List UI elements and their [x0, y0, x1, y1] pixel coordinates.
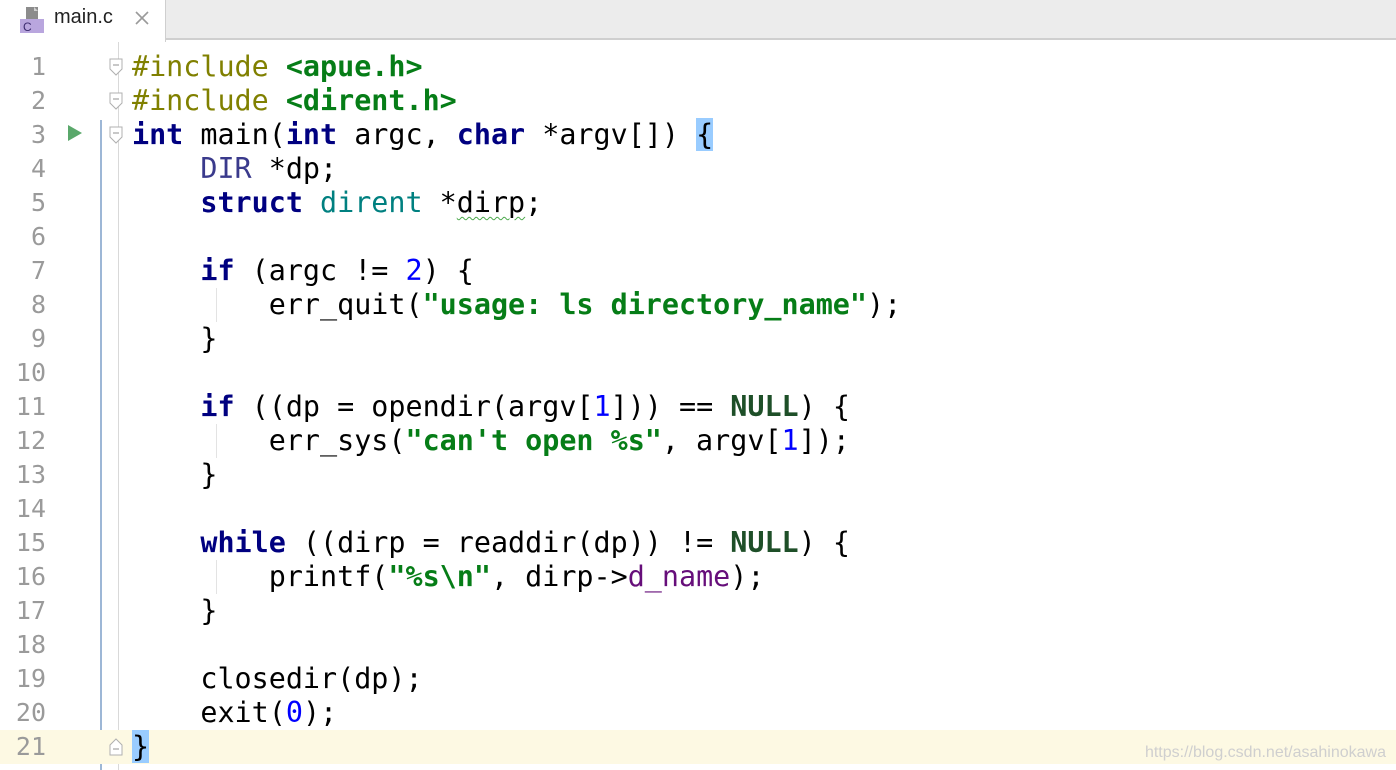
code-line[interactable]: 14 — [0, 492, 1396, 526]
code-text[interactable]: int main(int argc, char *argv[]) { — [132, 118, 714, 152]
code-text[interactable]: err_sys("can't open %s", argv[1]); — [132, 424, 850, 458]
line-number: 18 — [15, 630, 46, 659]
code-text[interactable]: closedir(dp); — [132, 662, 422, 696]
tab-main-c[interactable]: C main.c — [0, 0, 166, 42]
code-line[interactable]: 4 DIR *dp; — [0, 152, 1396, 186]
code-line[interactable]: 12 err_sys("can't open %s", argv[1]); — [0, 424, 1396, 458]
code-text[interactable]: exit(0); — [132, 696, 337, 730]
code-line[interactable]: 11 if ((dp = opendir(argv[1])) == NULL) … — [0, 390, 1396, 424]
line-number: 17 — [15, 596, 46, 625]
code-text[interactable]: #include <apue.h> — [132, 50, 423, 84]
code-line[interactable]: 10 — [0, 356, 1396, 390]
code-line[interactable]: 19 closedir(dp); — [0, 662, 1396, 696]
code-line[interactable]: 13 } — [0, 458, 1396, 492]
code-text[interactable]: } — [132, 458, 217, 492]
line-number: 21 — [15, 732, 46, 761]
fold-icon[interactable] — [108, 126, 124, 144]
fold-icon[interactable] — [108, 58, 124, 76]
code-text[interactable]: printf("%s\n", dirp->d_name); — [132, 560, 765, 594]
indent-guide — [216, 560, 217, 594]
code-text[interactable]: err_quit("usage: ls directory_name"); — [132, 288, 901, 322]
line-number: 14 — [15, 494, 46, 523]
line-number: 15 — [15, 528, 46, 557]
code-line[interactable]: 16 printf("%s\n", dirp->d_name); — [0, 560, 1396, 594]
line-number: 1 — [30, 52, 46, 81]
code-line[interactable]: 8 err_quit("usage: ls directory_name"); — [0, 288, 1396, 322]
line-number: 5 — [30, 188, 46, 217]
code-line[interactable]: 20 exit(0); — [0, 696, 1396, 730]
code-text[interactable]: if (argc != 2) { — [132, 254, 474, 288]
code-line[interactable]: 2 #include <dirent.h> — [0, 84, 1396, 118]
line-number: 8 — [30, 290, 46, 319]
line-number: 3 — [30, 120, 46, 149]
line-number: 20 — [15, 698, 46, 727]
line-number: 6 — [30, 222, 46, 251]
code-text[interactable]: #include <dirent.h> — [132, 84, 457, 118]
code-text[interactable]: struct dirent *dirp; — [132, 186, 542, 220]
line-number: 7 — [30, 256, 46, 285]
tab-title: main.c — [54, 6, 113, 28]
indent-guide — [216, 424, 217, 458]
code-line[interactable]: 7 if (argc != 2) { — [0, 254, 1396, 288]
line-number: 16 — [15, 562, 46, 591]
code-line[interactable]: 1 #include <apue.h> — [0, 50, 1396, 84]
c-file-icon: C — [20, 7, 44, 34]
fold-icon[interactable] — [108, 92, 124, 110]
svg-text:C: C — [23, 20, 32, 34]
code-text[interactable]: DIR *dp; — [132, 152, 337, 186]
code-line[interactable]: 18 — [0, 628, 1396, 662]
line-number: 10 — [15, 358, 46, 387]
code-text[interactable]: if ((dp = opendir(argv[1])) == NULL) { — [132, 390, 850, 424]
line-number: 2 — [30, 86, 46, 115]
code-editor[interactable]: 1 #include <apue.h> 2 #include <dirent.h> 3 i… — [0, 42, 1396, 770]
code-line[interactable]: 17 } — [0, 594, 1396, 628]
code-text[interactable]: } — [132, 730, 150, 764]
code-text[interactable]: } — [132, 594, 217, 628]
line-number: 9 — [30, 324, 46, 353]
code-text[interactable]: while ((dirp = readdir(dp)) != NULL) { — [132, 526, 850, 560]
code-line[interactable]: 3 int main(int argc, char *argv[]) { — [0, 118, 1396, 152]
tab-bar: C main.c — [0, 0, 1396, 42]
code-line[interactable]: 15 while ((dirp = readdir(dp)) != NULL) … — [0, 526, 1396, 560]
close-icon[interactable] — [132, 8, 152, 28]
code-line[interactable]: 9 } — [0, 322, 1396, 356]
line-number: 13 — [15, 460, 46, 489]
line-number: 12 — [15, 426, 46, 455]
fold-icon[interactable] — [108, 738, 124, 756]
indent-guide — [216, 288, 217, 322]
line-number: 4 — [30, 154, 46, 183]
watermark: https://blog.csdn.net/asahinokawa — [1144, 744, 1386, 761]
code-line[interactable]: 6 — [0, 220, 1396, 254]
code-text[interactable]: } — [132, 322, 217, 356]
code-line[interactable]: 5 struct dirent *dirp; — [0, 186, 1396, 220]
line-number: 11 — [15, 392, 46, 421]
line-number: 19 — [15, 664, 46, 693]
